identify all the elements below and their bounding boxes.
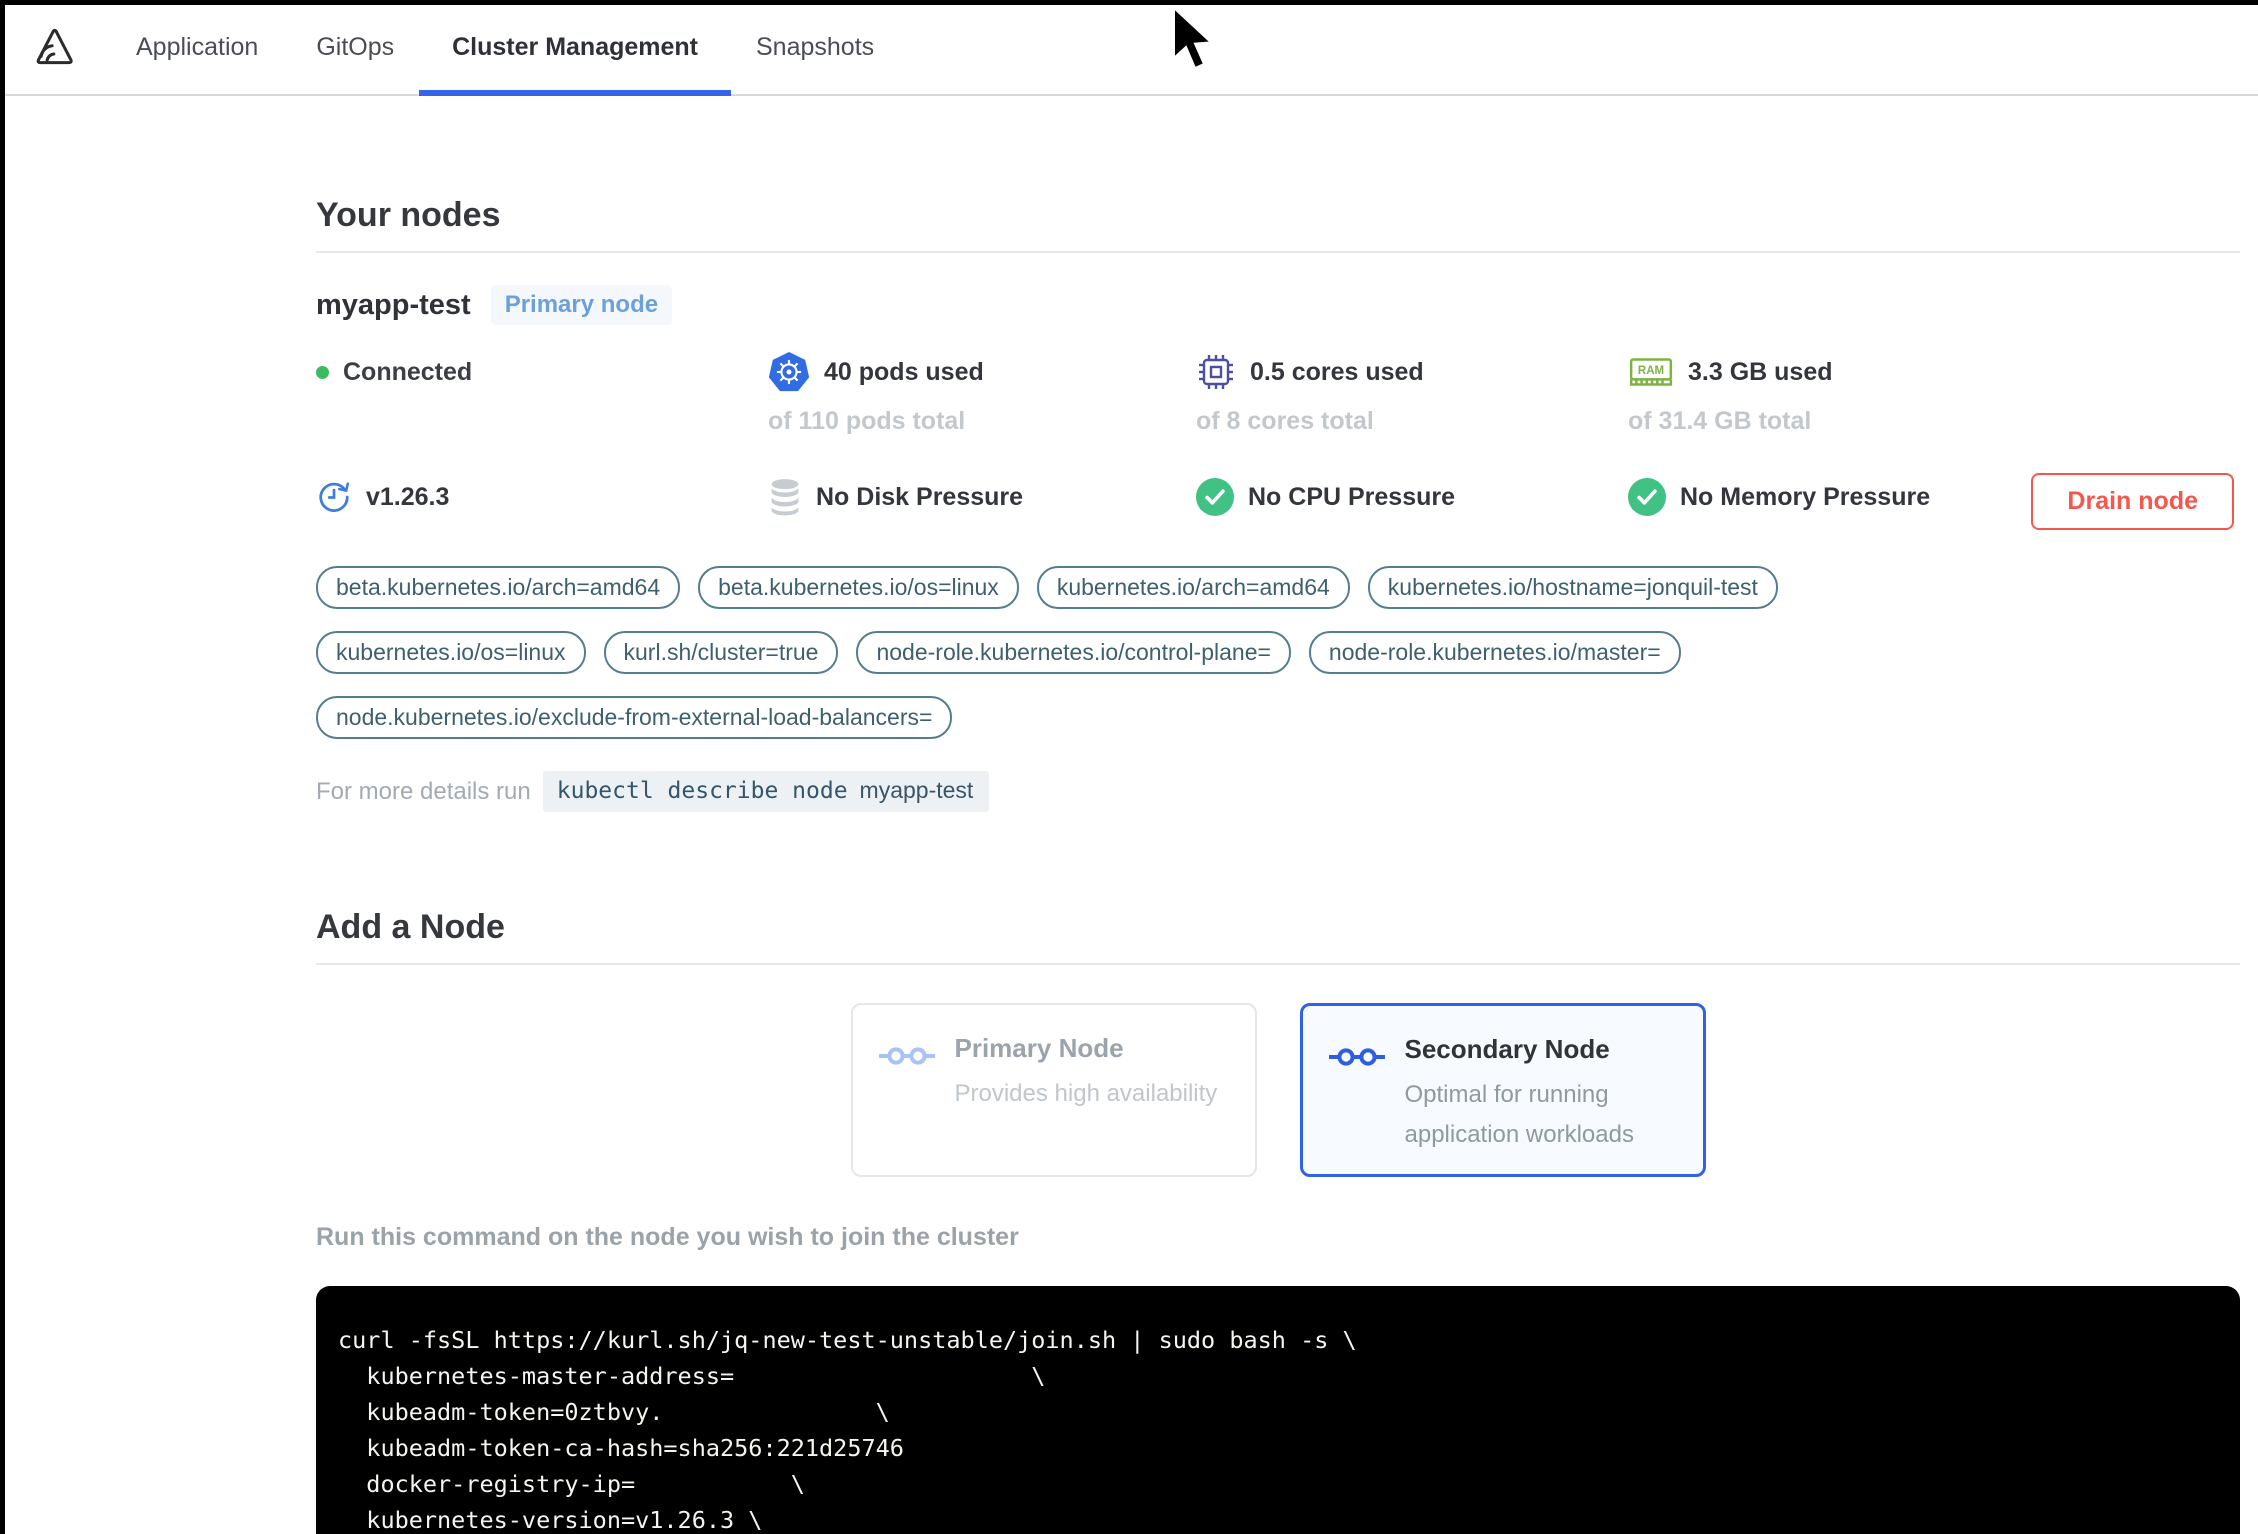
replicated-logo-icon bbox=[36, 28, 73, 65]
node-version: v1.26.3 bbox=[316, 478, 768, 516]
cores-total-label: of 8 cores total bbox=[1196, 407, 1374, 435]
tab-application-label: Application bbox=[136, 32, 259, 61]
node-label-pill: beta.kubernetes.io/os=linux bbox=[698, 566, 1019, 609]
kubernetes-icon bbox=[768, 352, 810, 392]
node-card: myapp-test Primary node Connected 40 pod… bbox=[316, 285, 2240, 812]
node-label-pill: kubernetes.io/arch=amd64 bbox=[1036, 566, 1350, 609]
node-status: Connected bbox=[316, 351, 768, 393]
secondary-node-option[interactable]: Secondary Node Optimal for running appli… bbox=[1299, 1003, 1706, 1177]
join-command-line: docker-registry-ip= \ bbox=[338, 1470, 805, 1498]
node-label-pill: node.kubernetes.io/exclude-from-external… bbox=[316, 696, 953, 739]
cluster-management-page: Application GitOps Cluster Management Sn… bbox=[0, 0, 2258, 1534]
version-update-icon bbox=[319, 482, 350, 512]
join-command-line: kubernetes-version=v1.26.3 \ bbox=[338, 1506, 763, 1534]
check-circle-icon bbox=[1196, 478, 1234, 516]
memory-used-label: 3.3 GB used bbox=[1688, 357, 1833, 386]
memory-stat: RAM 3.3 GB used bbox=[1628, 351, 2240, 393]
node-label-pill: node-role.kubernetes.io/control-plane= bbox=[856, 631, 1291, 674]
drain-node-button[interactable]: Drain node bbox=[2031, 473, 2234, 530]
disk-pressure-condition: No Disk Pressure bbox=[768, 478, 1196, 516]
join-command-line: kubeadm-token=0ztbvy. \ bbox=[338, 1398, 890, 1426]
join-command-line: kubernetes-master-address= \ bbox=[338, 1362, 1046, 1390]
node-name: myapp-test bbox=[316, 288, 471, 321]
pods-used-label: 40 pods used bbox=[824, 357, 984, 386]
tab-snapshots[interactable]: Snapshots bbox=[756, 0, 874, 94]
check-circle-icon bbox=[1628, 478, 1666, 516]
top-navigation-bar: Application GitOps Cluster Management Sn… bbox=[0, 0, 2258, 96]
ram-icon: RAM bbox=[1629, 358, 1673, 386]
tab-cluster-management[interactable]: Cluster Management bbox=[419, 0, 731, 96]
replicated-logo[interactable] bbox=[30, 24, 76, 70]
node-label-pill: kubernetes.io/hostname=jonquil-test bbox=[1367, 566, 1778, 609]
join-command-instruction: Run this command on the node you wish to… bbox=[316, 1223, 1019, 1251]
kubectl-command-chip: kubectl describe node myapp-test bbox=[542, 771, 990, 812]
pods-stat: 40 pods used bbox=[768, 351, 1196, 393]
section-divider bbox=[316, 251, 2240, 253]
node-details-hint: For more details run kubectl describe no… bbox=[316, 771, 2240, 812]
connected-dot-icon bbox=[316, 365, 329, 379]
tab-snapshots-label: Snapshots bbox=[756, 32, 875, 61]
section-divider bbox=[316, 963, 2240, 965]
memory-total-label: of 31.4 GB total bbox=[1628, 407, 1812, 435]
tab-cluster-management-label: Cluster Management bbox=[452, 32, 698, 61]
join-command-line: curl -fsSL https://kurl.sh/jq-new-test-u… bbox=[338, 1326, 1357, 1354]
join-command-block[interactable]: curl -fsSL https://kurl.sh/jq-new-test-u… bbox=[316, 1286, 2240, 1534]
main-content: Your nodes myapp-test Primary node Conne… bbox=[316, 196, 2240, 1534]
node-label-pill: node-role.kubernetes.io/master= bbox=[1308, 631, 1681, 674]
window-frame-top bbox=[0, 0, 2258, 5]
cpu-icon bbox=[1199, 355, 1233, 389]
secondary-node-option-description: Optimal for running application workload… bbox=[1404, 1081, 1634, 1148]
primary-node-badge: Primary node bbox=[490, 285, 673, 325]
node-label-pill: kurl.sh/cluster=true bbox=[603, 631, 839, 674]
disk-pressure-label: No Disk Pressure bbox=[816, 482, 1024, 511]
tab-gitops[interactable]: GitOps bbox=[316, 0, 394, 94]
version-label: v1.26.3 bbox=[366, 482, 450, 511]
details-prefix-label: For more details run bbox=[316, 777, 531, 805]
primary-node-option-description: Provides high availability bbox=[954, 1080, 1218, 1107]
tab-gitops-label: GitOps bbox=[316, 32, 395, 61]
primary-node-option[interactable]: Primary Node Provides high availability bbox=[850, 1003, 1257, 1177]
add-node-section: Add a Node Primary Node Provides high av… bbox=[316, 908, 2240, 1534]
nodes-link-icon bbox=[878, 1047, 935, 1065]
memory-pressure-label: No Memory Pressure bbox=[1680, 482, 1931, 511]
join-command-line: kubeadm-token-ca-hash=sha256:221d25746 bbox=[338, 1434, 904, 1462]
node-labels: beta.kubernetes.io/arch=amd64 beta.kuber… bbox=[316, 566, 1916, 739]
disk-icon bbox=[771, 479, 799, 516]
secondary-node-option-title: Secondary Node bbox=[1404, 1034, 1610, 1064]
primary-node-option-title: Primary Node bbox=[954, 1033, 1124, 1063]
cores-stat: 0.5 cores used bbox=[1196, 351, 1628, 393]
pods-total-label: of 110 pods total bbox=[768, 407, 966, 435]
cpu-pressure-condition: No CPU Pressure bbox=[1196, 478, 1628, 516]
node-label-pill: beta.kubernetes.io/arch=amd64 bbox=[316, 566, 681, 609]
node-label-pill: kubernetes.io/os=linux bbox=[316, 631, 586, 674]
cpu-pressure-label: No CPU Pressure bbox=[1248, 482, 1456, 511]
svg-text:RAM: RAM bbox=[1638, 365, 1664, 377]
kubectl-command-node: myapp-test bbox=[859, 777, 974, 803]
nodes-link-icon bbox=[1328, 1048, 1385, 1066]
tab-application[interactable]: Application bbox=[136, 0, 258, 94]
nav-tabs: Application GitOps Cluster Management Sn… bbox=[136, 0, 874, 96]
kubectl-command-text: kubectl describe node bbox=[556, 777, 848, 804]
node-status-label: Connected bbox=[343, 357, 473, 386]
your-nodes-title: Your nodes bbox=[316, 196, 501, 234]
add-node-title: Add a Node bbox=[316, 908, 505, 946]
cores-used-label: 0.5 cores used bbox=[1250, 357, 1424, 386]
node-type-options: Primary Node Provides high availability bbox=[316, 1003, 2240, 1177]
window-frame-left bbox=[0, 0, 5, 1534]
mouse-cursor bbox=[1173, 6, 1214, 70]
